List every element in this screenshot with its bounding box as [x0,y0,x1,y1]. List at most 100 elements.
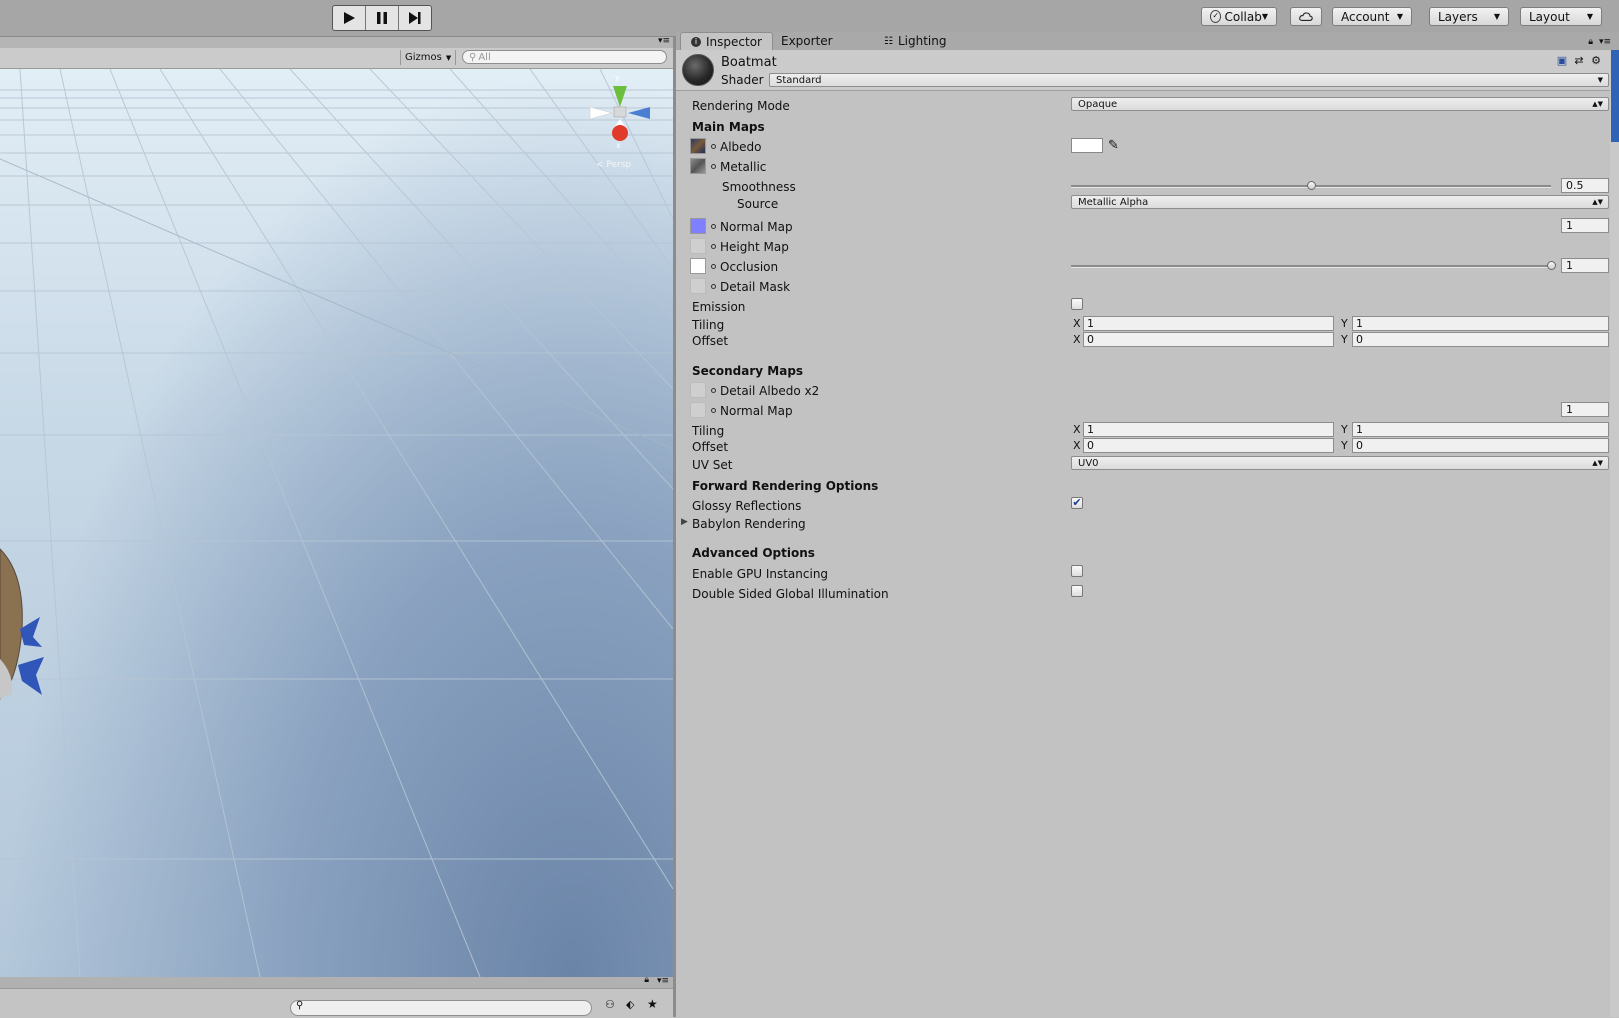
smoothness-value-field[interactable]: 0.5 [1561,178,1609,193]
tab-inspector[interactable]: i Inspector [680,32,773,51]
emission-checkbox[interactable] [1071,298,1083,310]
secondary-offset-y-label: Y [1341,439,1348,452]
detail-albedo-picker-icon[interactable] [711,388,716,393]
search-icon: ⚲ [469,51,477,63]
chevron-down-icon: ▼ [1261,12,1268,21]
tab-exporter-label: Exporter [781,34,833,48]
preset-sliders-icon[interactable]: ⇄ [1573,55,1585,67]
double-sided-gi-checkbox[interactable] [1071,585,1083,597]
tiling-x-field[interactable]: 1 [1083,316,1334,331]
tab-inspector-label: Inspector [706,35,762,49]
albedo-color-swatch[interactable] [1071,138,1103,153]
offset-x-value: 0 [1087,333,1094,346]
shader-dropdown[interactable]: Standard ▼ [769,73,1609,87]
secondary-normal-scale-field[interactable]: 1 [1561,402,1609,417]
secondary-tiling-x-value: 1 [1087,423,1094,436]
secondary-offset-y-field[interactable]: 0 [1352,438,1609,453]
secondary-offset-row: Offset X 0 Y 0 [676,438,1610,456]
eyedropper-icon[interactable]: ✎ [1108,138,1119,153]
gpu-instancing-checkbox[interactable] [1071,565,1083,577]
secondary-tiling-y-label: Y [1341,423,1348,436]
smoothness-value: 0.5 [1566,179,1584,192]
collab-button[interactable]: ✓ Collab ▼ [1201,7,1277,26]
boat-model[interactable] [0,548,44,700]
normal-map-thumb[interactable] [690,218,706,234]
secondary-normal-map-picker-icon[interactable] [711,408,716,413]
offset-label: Offset [692,334,729,348]
secondary-normal-map-row: Normal Map 1 [676,402,1610,420]
height-map-picker-icon[interactable] [711,244,716,249]
step-button[interactable] [399,6,431,30]
occlusion-thumb[interactable] [690,258,706,274]
uv-set-row: UV Set UV0 ▲▼ [676,456,1610,474]
detail-albedo-label: Detail Albedo x2 [720,384,820,398]
scene-search-input[interactable]: ⚲ All [462,50,667,64]
gizmos-dropdown[interactable]: Gizmos ▼ [400,50,457,65]
offset-y-field[interactable]: 0 [1352,332,1609,347]
lock-icon[interactable]: 🔒︎ [644,975,649,985]
normal-scale-field[interactable]: 1 [1561,218,1609,233]
secondary-tiling-y-field[interactable]: 1 [1352,422,1609,437]
metallic-texture-thumb[interactable] [690,158,706,174]
help-book-icon[interactable]: ▣ [1556,55,1568,67]
lock-icon[interactable]: 🔒︎ [1588,37,1593,47]
secondary-offset-x-field[interactable]: 0 [1083,438,1334,453]
secondary-offset-y-value: 0 [1356,439,1363,452]
layout-dropdown[interactable]: Layout ▼ [1520,7,1602,26]
play-button[interactable] [333,6,366,30]
foldout-arrow-icon[interactable]: ▶ [681,517,688,527]
metallic-label: Metallic [720,160,767,174]
chevron-down-icon: ▼ [445,53,452,62]
detail-albedo-thumb[interactable] [690,382,706,398]
gear-icon[interactable]: ⚙ [1590,55,1602,67]
pause-button[interactable] [366,6,399,30]
secondary-tiling-x-field[interactable]: 1 [1083,422,1334,437]
rendering-mode-dropdown[interactable]: Opaque ▲▼ [1071,97,1609,111]
occlusion-picker-icon[interactable] [711,264,716,269]
cloud-button[interactable] [1290,7,1322,26]
inspector-scrollbar-thumb[interactable] [1611,50,1619,142]
albedo-picker-icon[interactable] [711,144,716,149]
height-map-thumb[interactable] [690,238,706,254]
rendering-mode-row: Rendering Mode Opaque ▲▼ [676,97,1610,115]
tiling-y-field[interactable]: 1 [1352,316,1609,331]
offset-x-field[interactable]: 0 [1083,332,1334,347]
occlusion-slider-handle[interactable] [1547,261,1556,270]
normal-map-picker-icon[interactable] [711,224,716,229]
orientation-gizmo[interactable] [589,86,650,141]
tab-exporter[interactable]: Exporter [781,32,833,50]
favorite-star-icon[interactable]: ★ [647,997,658,1011]
scene-toolbar: Gizmos ▼ ⚲ All [0,48,674,69]
secondary-normal-map-thumb[interactable] [690,402,706,418]
account-dropdown[interactable]: Account ▼ [1332,7,1412,26]
secondary-tiling-y-value: 1 [1356,423,1363,436]
panel-menu-icon[interactable]: ▾≡ [1599,37,1611,47]
panel-menu-icon[interactable]: ▾≡ [658,36,670,46]
inspector-scrollbar[interactable] [1610,50,1619,1017]
smoothness-slider-handle[interactable] [1307,181,1316,190]
tab-lighting[interactable]: ☷ Lighting [884,32,946,50]
metallic-picker-icon[interactable] [711,164,716,169]
normal-scale-value: 1 [1566,219,1573,232]
albedo-texture-thumb[interactable] [690,138,706,154]
bottom-search-input[interactable]: ⚲ [290,1000,592,1016]
glossy-reflections-row: Glossy Reflections ✔ [676,497,1610,515]
chevron-down-icon: ▼ [1493,12,1500,21]
occlusion-slider-track[interactable] [1071,265,1551,268]
search-icon: ⚲ [296,1000,304,1011]
filter-by-type-icon[interactable]: ⚇ [605,998,615,1011]
glossy-reflections-checkbox[interactable]: ✔ [1071,497,1083,509]
layers-dropdown[interactable]: Layers ▼ [1429,7,1509,26]
scene-viewport[interactable]: y x < Persp [0,69,673,977]
tag-icon[interactable]: ⬖ [626,998,634,1011]
babylon-rendering-row[interactable]: ▶ Babylon Rendering [676,515,1610,533]
occlusion-value-field[interactable]: 1 [1561,258,1609,273]
scene-grid [0,69,673,977]
source-dropdown[interactable]: Metallic Alpha ▲▼ [1071,195,1609,209]
uv-set-dropdown[interactable]: UV0 ▲▼ [1071,456,1609,470]
detail-mask-thumb[interactable] [690,278,706,294]
secondary-maps-label: Secondary Maps [692,364,804,378]
persp-label[interactable]: < Persp [596,160,631,170]
detail-mask-picker-icon[interactable] [711,284,716,289]
panel-menu-icon[interactable]: ▾≡ [657,976,669,986]
